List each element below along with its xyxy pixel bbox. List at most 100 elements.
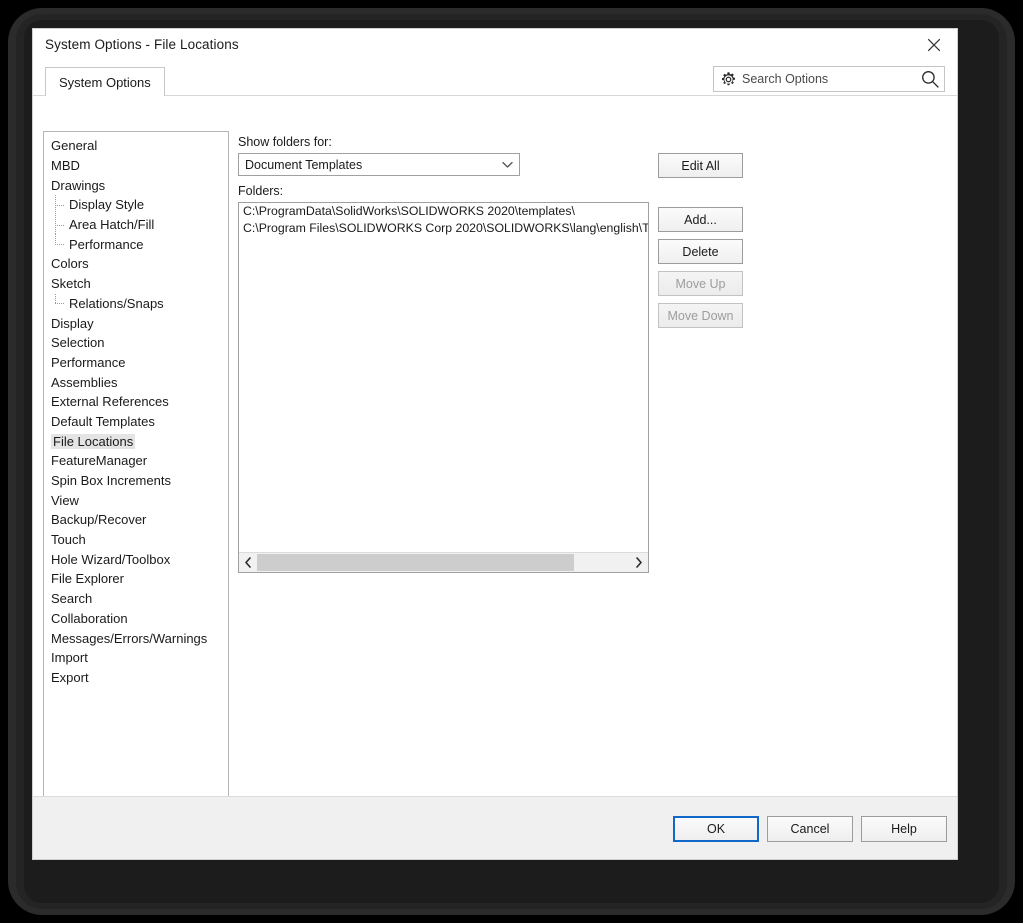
sidebar-item-hole-wizard-toolbox[interactable]: Hole Wizard/Toolbox <box>44 549 228 569</box>
sidebar-item-label: Performance <box>69 236 144 252</box>
chevron-down-icon[interactable] <box>495 154 519 175</box>
sidebar-item-backup-recover[interactable]: Backup/Recover <box>44 510 228 530</box>
sidebar-item-general[interactable]: General <box>44 136 228 156</box>
sidebar-item-label: Display <box>51 315 94 331</box>
cancel-button[interactable]: Cancel <box>767 816 853 842</box>
sidebar-item-label: View <box>51 492 79 508</box>
sidebar-item-view[interactable]: View <box>44 490 228 510</box>
sidebar-item-messages-errors-warnings[interactable]: Messages/Errors/Warnings <box>44 628 228 648</box>
sidebar-item-label: MBD <box>51 158 80 174</box>
folder-path-row[interactable]: C:\ProgramData\SolidWorks\SOLIDWORKS 202… <box>239 203 648 220</box>
sidebar-item-label: Touch <box>51 532 86 548</box>
sidebar-item-label: File Locations <box>51 433 136 449</box>
sidebar-item-label: File Explorer <box>51 571 124 587</box>
sidebar-item-drawings[interactable]: Drawings <box>44 175 228 195</box>
close-icon[interactable] <box>911 29 957 61</box>
sidebar-item-label: Hole Wizard/Toolbox <box>51 551 171 567</box>
sidebar-item-label: FeatureManager <box>51 453 148 469</box>
dialog-title: System Options - File Locations <box>45 37 239 52</box>
sidebar-item-colors[interactable]: Colors <box>44 254 228 274</box>
sidebar-item-label: Display Style <box>69 197 145 213</box>
scrollbar-track[interactable] <box>257 553 630 572</box>
folder-category-value: Document Templates <box>245 157 363 172</box>
tree-connector <box>55 214 68 235</box>
system-options-dialog: System Options - File Locations System O… <box>32 28 958 860</box>
dialog-titlebar: System Options - File Locations <box>33 29 957 63</box>
sidebar-item-sketch[interactable]: Sketch <box>44 274 228 294</box>
sidebar-item-relations-snaps[interactable]: Relations/Snaps <box>44 293 228 314</box>
sidebar-item-area-hatch-fill[interactable]: Area Hatch/Fill <box>44 214 228 235</box>
sidebar-item-label: External References <box>51 394 169 410</box>
edit-all-button[interactable]: Edit All <box>658 153 743 178</box>
move-up-button: Move Up <box>658 271 743 296</box>
tab-system-options[interactable]: System Options <box>45 67 165 96</box>
sidebar-item-label: Sketch <box>51 276 91 292</box>
sidebar-item-label: Relations/Snaps <box>69 295 164 311</box>
sidebar-item-collaboration[interactable]: Collaboration <box>44 609 228 629</box>
ok-button[interactable]: OK <box>673 816 759 842</box>
sidebar-item-label: Import <box>51 650 88 666</box>
desktop-frame: System Options - File Locations System O… <box>0 0 1023 923</box>
folders-listbox[interactable]: C:\ProgramData\SolidWorks\SOLIDWORKS 202… <box>238 202 649 573</box>
sidebar-item-mbd[interactable]: MBD <box>44 156 228 176</box>
sidebar-item-touch[interactable]: Touch <box>44 530 228 550</box>
move-down-button: Move Down <box>658 303 743 328</box>
folder-category-dropdown[interactable]: Document Templates <box>238 153 520 176</box>
sidebar-item-file-locations[interactable]: File Locations <box>44 431 228 451</box>
sidebar-item-spin-box-increments[interactable]: Spin Box Increments <box>44 471 228 491</box>
tree-connector <box>55 293 68 314</box>
sidebar-item-label: Search <box>51 591 93 607</box>
sidebar-item-default-templates[interactable]: Default Templates <box>44 412 228 432</box>
chevron-right-icon[interactable] <box>630 553 648 572</box>
folder-path-row[interactable]: C:\Program Files\SOLIDWORKS Corp 2020\SO… <box>239 220 648 237</box>
sidebar-item-label: Collaboration <box>51 610 128 626</box>
sidebar-item-export[interactable]: Export <box>44 668 228 688</box>
dialog-body: General MBD Drawings Display Style Area Hatc… <box>33 96 957 838</box>
sidebar-item-assemblies[interactable]: Assemblies <box>44 372 228 392</box>
add-folder-button[interactable]: Add... <box>658 207 743 232</box>
options-tree-panel[interactable]: General MBD Drawings Display Style Area Hatc… <box>43 131 229 802</box>
sidebar-item-search[interactable]: Search <box>44 589 228 609</box>
sidebar-item-label: Default Templates <box>51 413 155 429</box>
sidebar-item-label: Performance <box>51 354 126 370</box>
sidebar-item-external-references[interactable]: External References <box>44 392 228 412</box>
sidebar-item-label: Selection <box>51 335 105 351</box>
sidebar-item-performance[interactable]: Performance <box>44 353 228 373</box>
show-folders-label: Show folders for: <box>238 135 332 149</box>
dialog-footer: OK Cancel Help <box>33 796 957 859</box>
sidebar-item-label: Messages/Errors/Warnings <box>51 630 208 646</box>
sidebar-item-label: Spin Box Increments <box>51 473 171 489</box>
tree-connector <box>55 234 68 254</box>
search-icon[interactable] <box>920 69 940 89</box>
sidebar-item-label: Backup/Recover <box>51 512 147 528</box>
folders-horizontal-scrollbar[interactable] <box>239 552 648 572</box>
sidebar-item-display[interactable]: Display <box>44 313 228 333</box>
delete-folder-button[interactable]: Delete <box>658 239 743 264</box>
sidebar-item-selection[interactable]: Selection <box>44 333 228 353</box>
tab-active-cover <box>46 94 162 96</box>
sidebar-item-label: Export <box>51 669 89 685</box>
gear-icon <box>720 71 737 88</box>
sidebar-item-performance[interactable]: Performance <box>44 234 228 254</box>
help-button[interactable]: Help <box>861 816 947 842</box>
sidebar-item-label: Colors <box>51 256 89 272</box>
tab-strip: System Options <box>33 63 957 96</box>
search-input[interactable] <box>742 72 920 86</box>
sidebar-item-label: Assemblies <box>51 374 118 390</box>
sidebar-item-display-style[interactable]: Display Style <box>44 195 228 215</box>
sidebar-item-label: Drawings <box>51 177 106 193</box>
options-tree-list: General MBD Drawings Display Style Area Hatc… <box>44 132 228 687</box>
sidebar-item-file-explorer[interactable]: File Explorer <box>44 569 228 589</box>
sidebar-item-featuremanager[interactable]: FeatureManager <box>44 451 228 471</box>
folders-label: Folders: <box>238 184 284 198</box>
chevron-left-icon[interactable] <box>239 553 257 572</box>
folders-list-items: C:\ProgramData\SolidWorks\SOLIDWORKS 202… <box>239 203 648 551</box>
tab-label: System Options <box>59 74 151 90</box>
scrollbar-thumb[interactable] <box>257 554 575 571</box>
search-options-box[interactable] <box>713 66 945 92</box>
sidebar-item-import[interactable]: Import <box>44 648 228 668</box>
sidebar-item-label: General <box>51 138 98 154</box>
file-locations-panel: Show folders for: Document Templates Fol… <box>238 96 953 796</box>
tree-connector <box>55 195 68 215</box>
sidebar-item-label: Area Hatch/Fill <box>69 217 155 233</box>
